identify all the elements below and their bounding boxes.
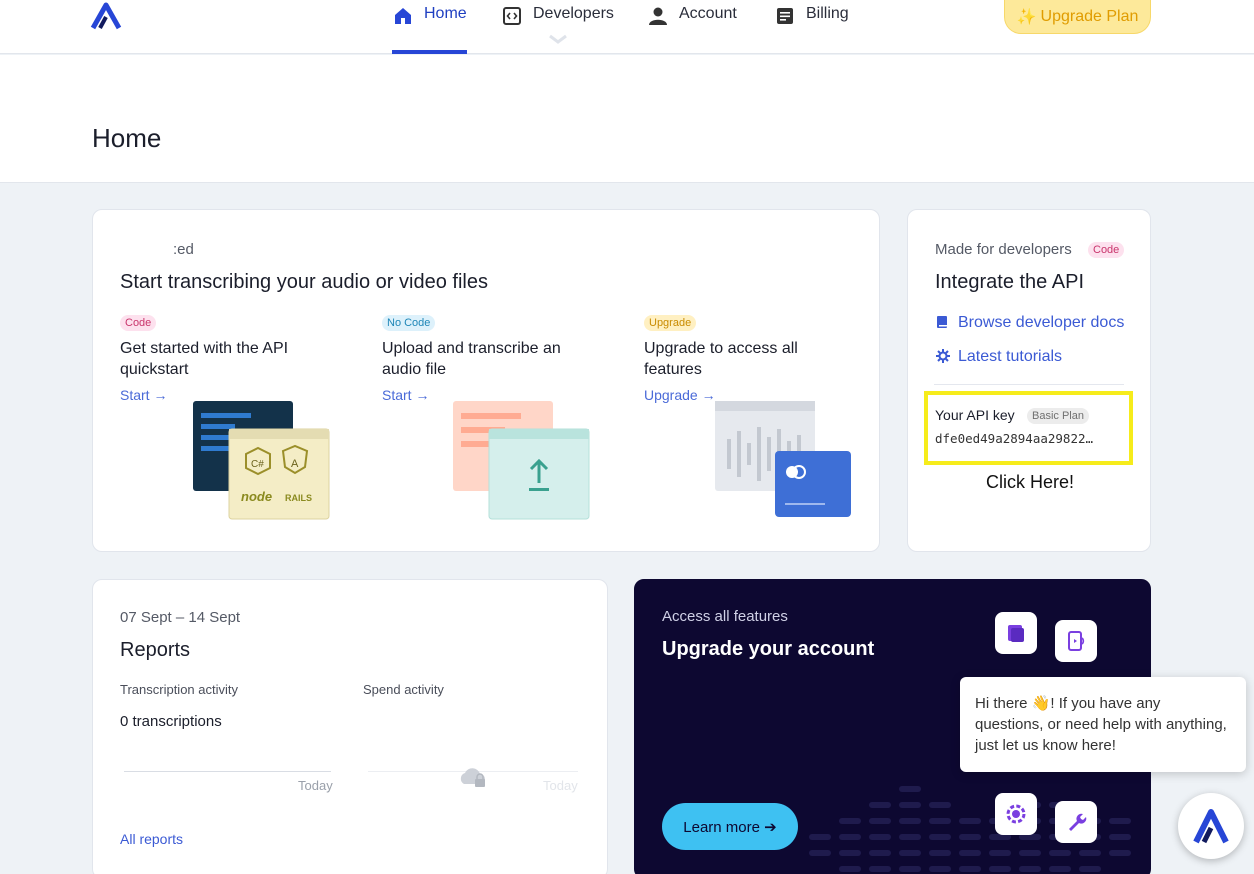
transcription-axis bbox=[124, 771, 331, 772]
all-reports-link[interactable]: All reports bbox=[120, 831, 183, 847]
nav-billing[interactable]: Billing bbox=[774, 0, 849, 54]
billing-icon bbox=[774, 5, 796, 27]
start-card-title: Start transcribing your audio or video f… bbox=[120, 271, 488, 293]
gear-icon bbox=[936, 348, 952, 366]
api-code-badge: Code bbox=[1088, 242, 1125, 258]
code-icon bbox=[501, 5, 523, 27]
nav-account-label: Account bbox=[679, 5, 737, 22]
basic-plan-badge: Basic Plan bbox=[1027, 408, 1089, 424]
nav-developers-label: Developers bbox=[533, 5, 614, 22]
spend-activity-label: Spend activity bbox=[363, 682, 444, 697]
learn-more-button[interactable]: Learn more ➔ bbox=[662, 803, 798, 850]
reports-title: Reports bbox=[120, 639, 191, 661]
svg-text:C#: C# bbox=[251, 459, 264, 470]
integrate-api-card: Made for developers Code Integrate the A… bbox=[907, 209, 1151, 552]
page-header bbox=[0, 55, 1254, 183]
spend-today-label: Today bbox=[543, 778, 578, 793]
phone-sound-icon bbox=[1055, 620, 1097, 662]
api-card-divider bbox=[934, 384, 1124, 385]
start-card-eyebrow: :ed bbox=[173, 241, 194, 258]
api-key-label: Your API key bbox=[935, 407, 1015, 423]
transcription-activity-label: Transcription activity bbox=[120, 682, 238, 697]
home-icon bbox=[392, 5, 414, 27]
svg-text:A: A bbox=[291, 458, 299, 470]
upgrade-card-title: Upgrade your account bbox=[662, 638, 875, 660]
page-title: Home bbox=[92, 123, 162, 153]
upgrade-illustration bbox=[715, 401, 851, 517]
chat-logo-icon bbox=[1193, 809, 1229, 844]
upgrade-plan-label: Upgrade Plan bbox=[1040, 7, 1139, 25]
nav-developers[interactable]: Developers bbox=[501, 0, 614, 54]
api-card-eyebrow: Made for developers bbox=[935, 241, 1072, 258]
api-card-title: Integrate the API bbox=[935, 271, 1084, 293]
nav-home[interactable]: Home bbox=[392, 0, 467, 54]
chat-launcher-button[interactable] bbox=[1178, 793, 1244, 859]
chevron-down-icon[interactable] bbox=[548, 34, 568, 44]
upgrade-badge: Upgrade bbox=[644, 315, 697, 331]
developer-docs-label: Browse developer docs bbox=[958, 314, 1125, 331]
no-code-badge: No Code bbox=[382, 315, 436, 331]
upload-audio-title: Upload and transcribe an audio file bbox=[382, 340, 561, 378]
upgrade-card-eyebrow: Access all features bbox=[662, 608, 788, 625]
settings-icon bbox=[995, 793, 1037, 835]
upgrade-plan-button[interactable]: ✨ Upgrade Plan bbox=[1004, 0, 1151, 34]
user-icon bbox=[647, 5, 669, 27]
cloud-lock-icon bbox=[460, 768, 485, 787]
transcription-count: 0 transcriptions bbox=[120, 713, 222, 730]
sparkle-icon: ✨ bbox=[1016, 8, 1037, 26]
api-key-highlight[interactable] bbox=[924, 391, 1133, 465]
nav-billing-label: Billing bbox=[806, 5, 849, 22]
upgrade-link[interactable]: Upgrade → bbox=[644, 387, 716, 403]
upload-audio-start-link[interactable]: Start → bbox=[382, 387, 429, 403]
svg-text:node: node bbox=[241, 489, 272, 504]
chat-message-bubble[interactable]: Hi there 👋! If you have any questions, o… bbox=[960, 677, 1246, 772]
transcription-today-label: Today bbox=[298, 778, 333, 793]
document-icon bbox=[995, 612, 1037, 654]
wrench-icon bbox=[1055, 801, 1097, 843]
api-quickstart-title: Get started with the API quickstart bbox=[120, 340, 289, 378]
svg-text:RAILS: RAILS bbox=[285, 493, 312, 503]
code-badge: Code bbox=[120, 315, 157, 331]
click-here-callout: Click Here! bbox=[986, 472, 1075, 492]
api-key-value[interactable]: dfe0ed49a2894aa29822… bbox=[935, 431, 1093, 446]
code-illustration: C# A node RAILS bbox=[193, 401, 330, 520]
api-quickstart-start-link[interactable]: Start → bbox=[120, 387, 167, 403]
upload-illustration bbox=[453, 401, 590, 520]
latest-tutorials-label: Latest tutorials bbox=[958, 348, 1063, 365]
reports-date-range: 07 Sept – 14 Sept bbox=[120, 609, 241, 626]
top-nav: Home Developers Account Billing ✨ Upgrad… bbox=[0, 0, 1254, 54]
book-icon bbox=[936, 315, 952, 332]
logo-icon[interactable] bbox=[90, 2, 122, 30]
nav-account[interactable]: Account bbox=[647, 0, 737, 54]
upgrade-features-title: Upgrade to access all features bbox=[644, 340, 798, 378]
developer-docs-link[interactable]: Browse developer docs bbox=[936, 314, 1124, 332]
start-transcribing-card: :ed Start transcribing your audio or vid… bbox=[92, 209, 880, 552]
nav-home-label: Home bbox=[424, 5, 467, 22]
latest-tutorials-link[interactable]: Latest tutorials bbox=[936, 348, 1062, 366]
